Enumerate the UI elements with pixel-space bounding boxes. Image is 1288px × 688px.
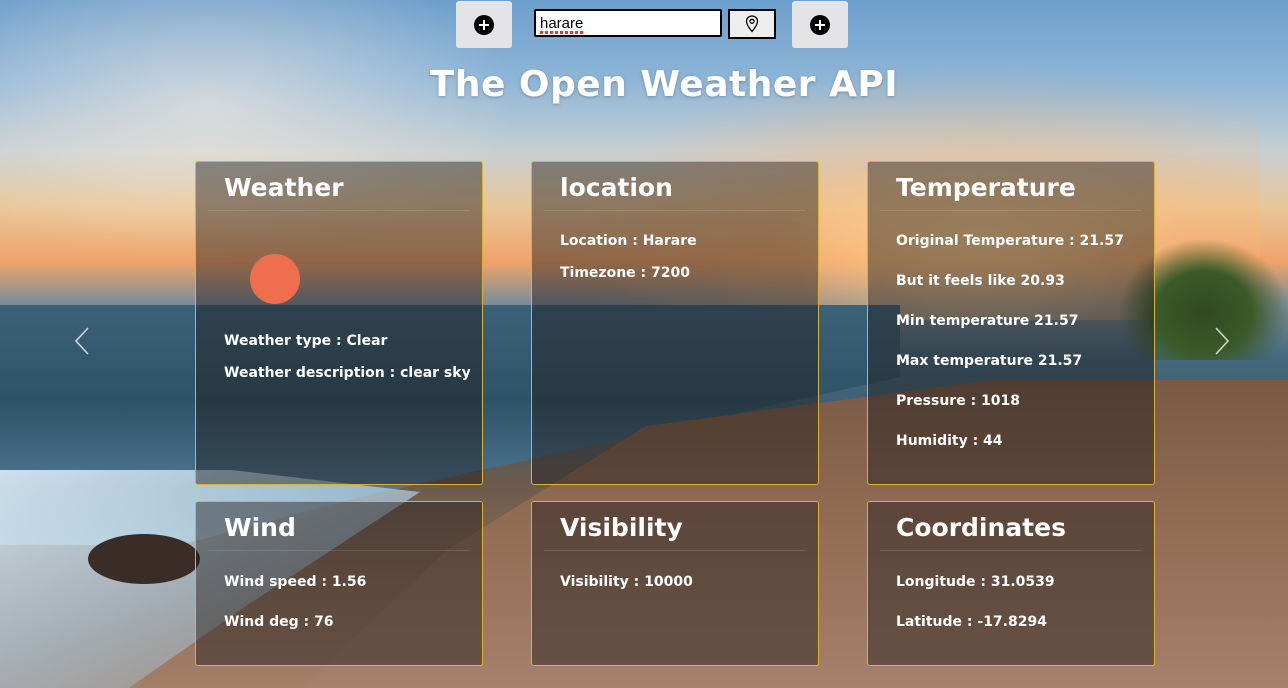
- temperature-card: Temperature Original Temperature : 21.57…: [867, 161, 1155, 485]
- location-button[interactable]: [728, 9, 776, 39]
- add-button-left[interactable]: [456, 1, 512, 48]
- carousel-prev-button[interactable]: [74, 326, 90, 356]
- carousel-next-button[interactable]: [1214, 326, 1230, 356]
- plus-circle-icon: [810, 14, 830, 35]
- coordinates-card: Coordinates Longitude : 31.0539 Latitude…: [867, 501, 1155, 666]
- temperature-card-title: Temperature: [880, 162, 1142, 211]
- longitude: Longitude : 31.0539: [896, 574, 1055, 590]
- wind-deg: Wind deg : 76: [224, 614, 334, 630]
- wind-card: Wind Wind speed : 1.56 Wind deg : 76: [195, 501, 483, 666]
- humidity: Humidity : 44: [896, 433, 1003, 449]
- visibility-card: Visibility Visibility : 10000: [531, 501, 819, 666]
- weather-description: Weather description : clear sky: [224, 365, 471, 381]
- weather-card: Weather Weather type : Clear Weather des…: [195, 161, 483, 485]
- timezone: Timezone : 7200: [560, 265, 690, 281]
- original-temperature: Original Temperature : 21.57: [896, 233, 1124, 249]
- visibility-card-title: Visibility: [544, 502, 806, 551]
- coordinates-card-title: Coordinates: [880, 502, 1142, 551]
- sun-icon: [250, 254, 300, 304]
- pressure: Pressure : 1018: [896, 393, 1021, 409]
- latitude: Latitude : -17.8294: [896, 614, 1047, 630]
- background-rock: [88, 534, 200, 584]
- visibility-value: Visibility : 10000: [560, 574, 693, 590]
- chevron-left-icon: [74, 327, 89, 355]
- map-pin-icon: [745, 15, 759, 33]
- page-title: The Open Weather API: [429, 64, 899, 105]
- feels-like-temperature: But it feels like 20.93: [896, 273, 1065, 289]
- add-button-right[interactable]: [792, 1, 848, 48]
- wind-speed: Wind speed : 1.56: [224, 574, 367, 590]
- location-card-title: location: [544, 162, 806, 211]
- plus-circle-icon: [474, 14, 494, 35]
- city-search-input[interactable]: [534, 9, 722, 37]
- location-card: location Location : Harare Timezone : 72…: [531, 161, 819, 485]
- chevron-right-icon: [1215, 327, 1230, 355]
- location-name: Location : Harare: [560, 233, 697, 249]
- weather-type: Weather type : Clear: [224, 333, 388, 349]
- min-temperature: Min temperature 21.57: [896, 313, 1079, 329]
- weather-card-title: Weather: [208, 162, 470, 211]
- wind-card-title: Wind: [208, 502, 470, 551]
- max-temperature: Max temperature 21.57: [896, 353, 1083, 369]
- top-bar: [0, 0, 1288, 50]
